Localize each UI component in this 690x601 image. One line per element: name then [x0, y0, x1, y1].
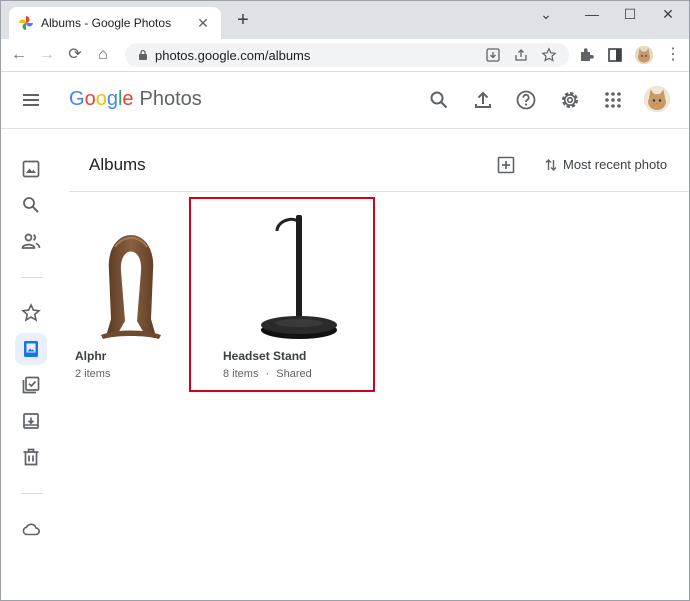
- minimize-icon[interactable]: —: [577, 5, 607, 23]
- lock-icon: [139, 49, 147, 60]
- explore-icon[interactable]: [21, 195, 41, 215]
- profile-avatar[interactable]: [635, 46, 653, 64]
- upload-icon[interactable]: [472, 89, 494, 111]
- google-photos-favicon-icon: [19, 16, 33, 30]
- tab-strip: Albums - Google Photos ✕ + ⌄ — ☐ ✕: [1, 1, 689, 39]
- album-thumbnail: [101, 235, 161, 339]
- storage-cloud-icon[interactable]: [21, 519, 41, 539]
- header-divider: [69, 191, 689, 192]
- url-text: photos.google.com/albums: [155, 48, 311, 63]
- tab-title: Albums - Google Photos: [41, 16, 172, 30]
- album-item-count: 2 items: [75, 368, 111, 380]
- sort-button[interactable]: Most recent photo: [563, 157, 667, 172]
- extensions-icon[interactable]: [577, 46, 595, 64]
- rail-divider: [21, 277, 43, 278]
- forward-icon[interactable]: →: [37, 45, 57, 65]
- apps-grid-icon[interactable]: [602, 89, 624, 111]
- highlight-box: [189, 197, 375, 392]
- create-album-icon[interactable]: [497, 156, 515, 174]
- albums-icon[interactable]: [21, 339, 41, 359]
- browser-tab[interactable]: Albums - Google Photos ✕: [9, 7, 221, 39]
- help-icon[interactable]: [515, 89, 537, 111]
- settings-icon[interactable]: [559, 89, 581, 111]
- address-bar[interactable]: photos.google.com/albums: [125, 43, 569, 67]
- app-header: Google Photos: [1, 72, 689, 129]
- browser-menu-icon[interactable]: ⋮: [665, 46, 681, 64]
- sharing-icon[interactable]: [21, 231, 41, 251]
- logo-product-name: Photos: [139, 88, 202, 110]
- left-nav-rail: [1, 129, 63, 600]
- account-avatar[interactable]: [644, 86, 670, 112]
- archive-icon[interactable]: [21, 411, 41, 431]
- rail-divider: [21, 493, 43, 494]
- bookmark-star-icon[interactable]: [541, 47, 557, 63]
- trash-icon[interactable]: [21, 447, 41, 467]
- photos-icon[interactable]: [21, 159, 41, 179]
- share-icon[interactable]: [513, 47, 529, 63]
- google-photos-logo[interactable]: Google Photos: [69, 88, 202, 111]
- side-panel-icon[interactable]: [606, 46, 624, 64]
- back-icon[interactable]: ←: [9, 45, 29, 65]
- install-app-icon[interactable]: [485, 47, 501, 63]
- sort-arrows-icon[interactable]: [545, 157, 557, 173]
- main-menu-icon[interactable]: [21, 90, 41, 110]
- tab-close-icon[interactable]: ✕: [193, 13, 213, 33]
- close-window-icon[interactable]: ✕: [653, 5, 683, 23]
- page-title: Albums: [89, 155, 146, 174]
- cat-avatar-icon: [644, 86, 670, 112]
- album-name: Alphr: [75, 349, 107, 363]
- browser-toolbar: ← → ⟳ ⌂ photos.google.com/albums ⋮: [1, 39, 689, 72]
- home-icon[interactable]: ⌂: [93, 45, 113, 65]
- maximize-icon[interactable]: ☐: [615, 5, 645, 23]
- utilities-icon[interactable]: [21, 375, 41, 395]
- reload-icon[interactable]: ⟳: [65, 45, 85, 65]
- new-tab-button[interactable]: +: [233, 10, 253, 31]
- albums-page: Albums Most recent photo Alphr 2 items H…: [69, 129, 689, 599]
- tab-search-icon[interactable]: ⌄: [531, 5, 561, 23]
- browser-window: Albums - Google Photos ✕ + ⌄ — ☐ ✕ ← → ⟳…: [0, 0, 690, 601]
- cat-avatar-icon: [635, 46, 653, 64]
- favorites-star-icon[interactable]: [21, 303, 41, 323]
- search-icon[interactable]: [428, 89, 450, 111]
- album-card-alphr[interactable]: Alphr 2 items: [75, 211, 187, 385]
